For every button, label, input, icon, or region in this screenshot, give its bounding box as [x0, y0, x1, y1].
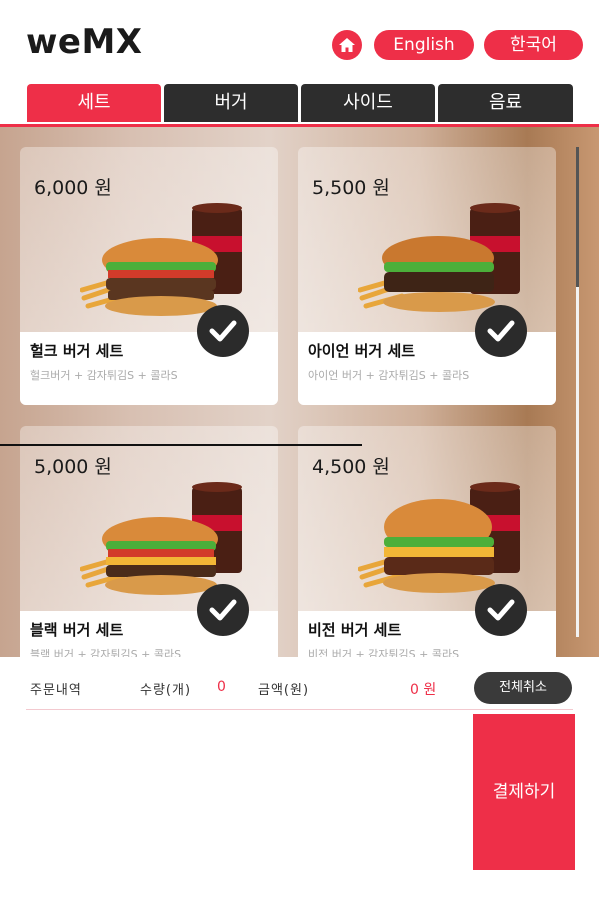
check-icon	[209, 320, 237, 342]
quantity-value: 0	[217, 679, 226, 695]
logo: weMX	[26, 22, 143, 62]
menu-card[interactable]: 6,000 원 헐크 버거 세트 헐크버거 + 감자튀김S + 콜라S	[20, 147, 278, 405]
home-icon	[339, 38, 355, 52]
card-image-area: 5,000 원	[20, 426, 278, 611]
pay-button[interactable]: 결제하기	[473, 714, 575, 870]
card-image-area: 5,500 원	[298, 147, 556, 332]
order-row: 주문내역 수량(개) 0 금액(원) 0 원 전체취소	[0, 657, 599, 713]
item-description: 헐크버거 + 감자튀김S + 콜라S	[30, 369, 178, 382]
item-name: 비전 버거 세트	[308, 621, 402, 639]
menu-card[interactable]: 5,000 원 블랙 버거 세트 블랙 버거 + 감자튀김S + 콜라S	[20, 426, 278, 657]
tab-drink[interactable]: 음료	[438, 84, 573, 122]
cancel-all-button[interactable]: 전체취소	[474, 672, 572, 704]
item-price: 4,500 원	[312, 456, 390, 478]
item-name: 블랙 버거 세트	[30, 621, 124, 639]
divider-line	[0, 444, 362, 446]
amount-label: 금액(원)	[258, 683, 310, 698]
select-check-button[interactable]	[475, 584, 527, 636]
category-tabs: 세트 버거 사이드 음료	[0, 84, 599, 128]
select-check-button[interactable]	[475, 305, 527, 357]
header: weMX English 한국어	[0, 0, 599, 84]
burger-set-image	[80, 203, 242, 316]
korean-button[interactable]: 한국어	[484, 30, 583, 60]
menu-card[interactable]: 5,500 원 아이언 버거 세트 아이언 버거 + 감자튀김S + 콜라S	[298, 147, 556, 405]
quantity-label: 수량(개)	[140, 683, 192, 698]
tab-set[interactable]: 세트	[27, 84, 161, 122]
amount-value: 0 원	[410, 682, 437, 698]
scrollbar-thumb[interactable]	[576, 147, 579, 287]
item-price: 5,500 원	[312, 177, 390, 199]
item-description: 블랙 버거 + 감자튀김S + 콜라S	[30, 648, 182, 657]
home-button[interactable]	[332, 30, 362, 60]
menu-card[interactable]: 4,500 원 비전 버거 세트 비전 버거 + 감자튀김S + 콜라S	[298, 426, 556, 657]
item-name: 아이언 버거 세트	[308, 342, 416, 360]
item-price: 6,000 원	[34, 177, 112, 199]
item-description: 아이언 버거 + 감자튀김S + 콜라S	[308, 369, 470, 382]
english-button[interactable]: English	[374, 30, 474, 60]
order-label: 주문내역	[30, 683, 82, 698]
tab-burger[interactable]: 버거	[164, 84, 298, 122]
burger-set-image	[358, 482, 520, 593]
check-icon	[487, 599, 515, 621]
item-price: 5,000 원	[34, 456, 112, 478]
menu-grid[interactable]: 6,000 원 헐크 버거 세트 헐크버거 + 감자튀김S + 콜라S 5,50…	[0, 127, 599, 657]
check-icon	[209, 599, 237, 621]
check-icon	[487, 320, 515, 342]
order-divider	[26, 709, 573, 710]
item-name: 헐크 버거 세트	[30, 342, 124, 360]
select-check-button[interactable]	[197, 305, 249, 357]
card-image-area: 6,000 원	[20, 147, 278, 332]
item-description: 비전 버거 + 감자튀김S + 콜라S	[308, 648, 460, 657]
card-image-area: 4,500 원	[298, 426, 556, 611]
burger-set-image	[80, 482, 242, 595]
tab-side[interactable]: 사이드	[301, 84, 435, 122]
burger-set-image	[358, 203, 520, 312]
select-check-button[interactable]	[197, 584, 249, 636]
order-summary: 주문내역 수량(개) 0 금액(원) 0 원 전체취소 결제하기	[0, 657, 599, 900]
